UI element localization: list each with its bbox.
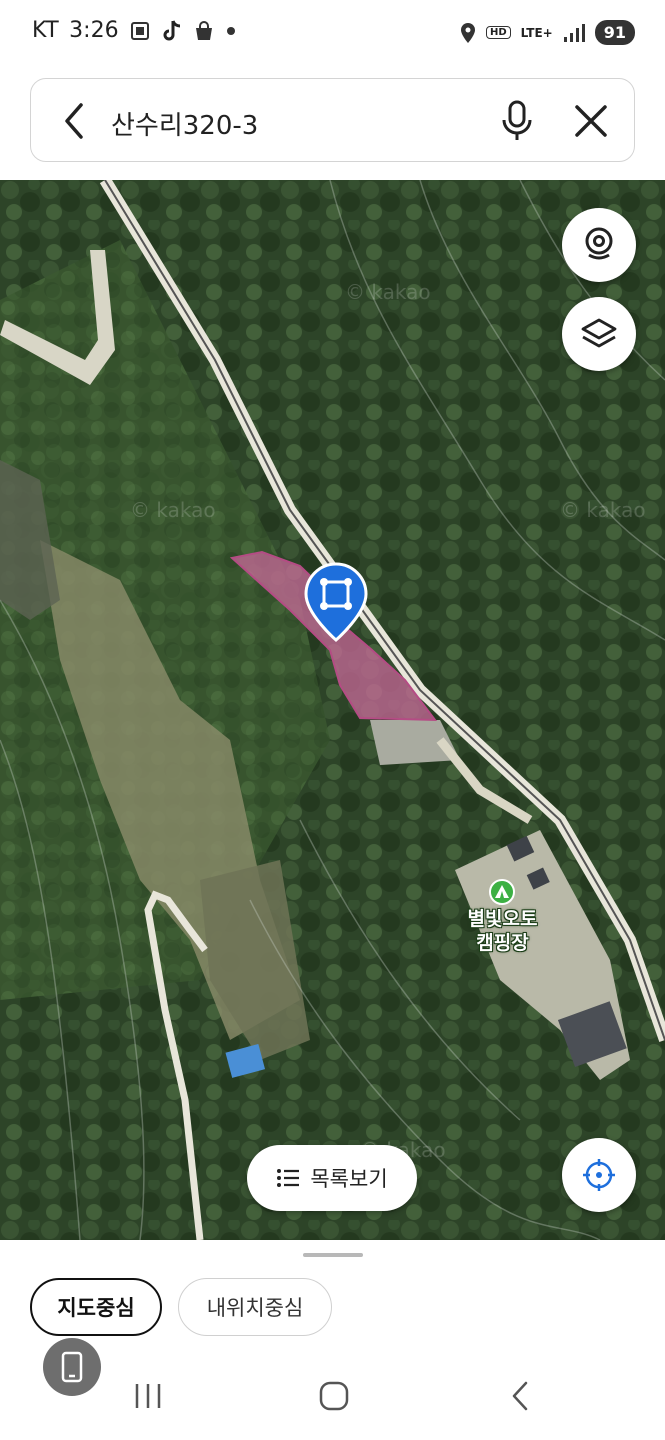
home-button[interactable] [304, 1370, 364, 1422]
network-type: LTE+ [520, 25, 553, 40]
poi-label[interactable]: 별빛오토 캠핑장 [455, 908, 550, 956]
status-right: HD LTE+ 91 [460, 20, 635, 45]
search-query[interactable]: 산수리320-3 [111, 105, 258, 142]
nav-back-button[interactable] [490, 1370, 550, 1422]
map-watermark: © kakao [560, 498, 646, 522]
parcel-marker-icon[interactable] [303, 562, 369, 642]
system-nav-bar [0, 1370, 665, 1430]
close-icon[interactable] [571, 101, 611, 141]
map-center-chip[interactable]: 지도중심 [30, 1278, 162, 1336]
list-view-button[interactable]: 목록보기 [247, 1145, 417, 1211]
poi-name-line2: 캠핑장 [476, 931, 529, 954]
search-box[interactable]: 산수리320-3 [30, 78, 635, 162]
carrier-label: KT [32, 18, 60, 43]
home-icon [319, 1381, 349, 1411]
layers-icon [581, 318, 617, 348]
shopping-bag-icon [195, 20, 212, 40]
nav-back-icon [512, 1381, 528, 1411]
list-view-label: 목록보기 [310, 1167, 388, 1191]
my-location-label: 내위치중심 [206, 1296, 304, 1320]
search-header: 산수리320-3 [0, 68, 665, 180]
map-watermark: © kakao [130, 498, 216, 522]
location-icon [460, 22, 475, 43]
campsite-icon[interactable] [489, 879, 515, 905]
roadview-button[interactable] [562, 208, 636, 282]
status-left: KT 3:26 [32, 18, 237, 43]
hd-badge: HD [485, 26, 511, 39]
battery-indicator: 91 [594, 20, 635, 45]
sheet-drag-handle[interactable] [303, 1253, 363, 1257]
map-view[interactable]: © kakao © kakao © kakao © kakao 별빛오토 캠핑장… [0, 180, 665, 1240]
screenshot-icon [130, 21, 149, 40]
layers-button[interactable] [562, 297, 636, 371]
back-arrow-icon[interactable] [57, 101, 93, 141]
roadview-camera-icon [585, 227, 613, 260]
microphone-icon[interactable] [499, 99, 535, 143]
my-location-button[interactable] [562, 1138, 636, 1212]
recent-apps-button[interactable] [118, 1370, 178, 1422]
poi-name-line1: 별빛오토 [467, 908, 538, 930]
recent-apps-icon [135, 1384, 161, 1408]
dot-icon [226, 26, 235, 35]
tent-icon [495, 885, 509, 898]
tiktok-icon [163, 19, 180, 40]
crosshair-icon [583, 1159, 615, 1191]
signal-icon [563, 23, 585, 42]
list-icon [277, 1169, 300, 1187]
my-location-chip[interactable]: 내위치중심 [178, 1278, 332, 1336]
map-watermark: © kakao [345, 280, 431, 304]
status-bar: KT 3:26 HD LTE+ 91 [0, 0, 665, 68]
clock: 3:26 [69, 18, 119, 43]
map-center-label: 지도중심 [57, 1296, 135, 1320]
